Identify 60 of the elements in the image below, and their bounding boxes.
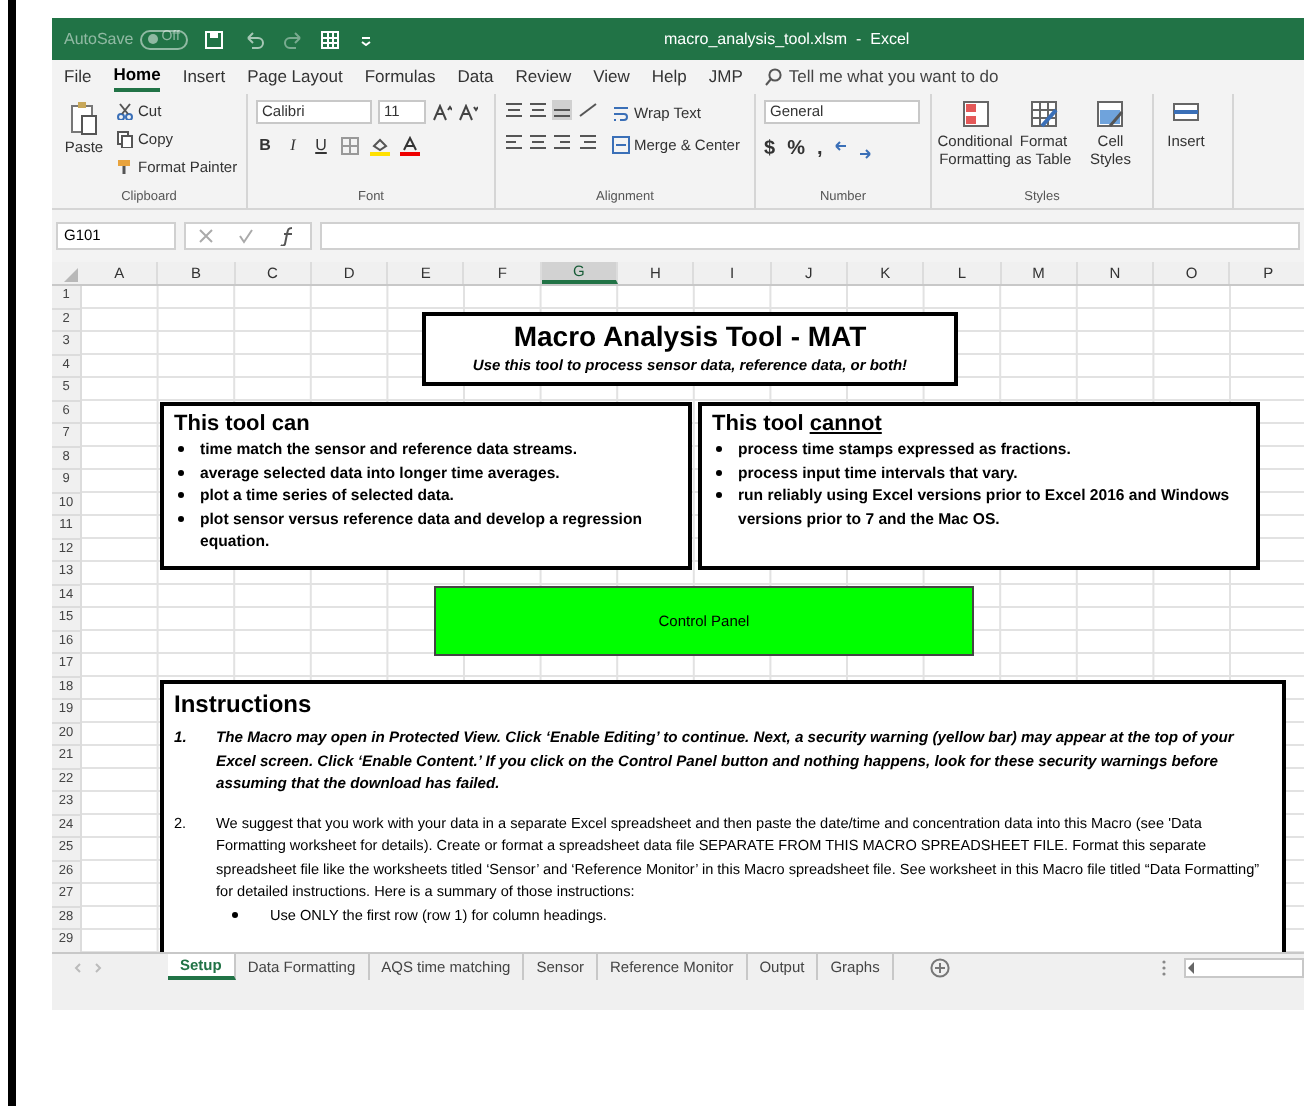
ribbon-tab[interactable]: Help (651, 62, 687, 92)
bullet-icon (178, 515, 184, 521)
table-icon[interactable] (319, 29, 340, 49)
scissors-icon (116, 102, 134, 120)
emphasis-word: cannot (809, 410, 882, 438)
fill-color-icon[interactable] (370, 136, 390, 156)
redo-icon[interactable] (283, 29, 304, 49)
insert-cells-icon (1172, 100, 1200, 124)
cell-styles-icon (1096, 100, 1125, 128)
bullet-icon (178, 469, 184, 475)
bullet-icon (716, 446, 722, 452)
ribbon-tab[interactable]: View (593, 62, 630, 92)
window-title: macro_analysis_tool.xlsm - Excel (664, 27, 910, 51)
shrink-font-icon[interactable] (458, 103, 478, 121)
save-icon (203, 29, 224, 49)
format-button[interactable]: I (284, 134, 302, 158)
ribbon-tab[interactable]: Page Layout (247, 62, 343, 92)
box-heading: This tool can (174, 410, 312, 438)
horizontal-scrollbar[interactable] (1184, 957, 1304, 977)
format-button[interactable]: U (312, 134, 330, 158)
ribbon-tab[interactable]: JMP (708, 62, 743, 92)
add-sheet-icon[interactable] (929, 957, 950, 977)
ribbon-tab[interactable]: Formulas (364, 62, 436, 92)
bullet-icon (178, 492, 184, 498)
number-format-button[interactable]: $ (764, 134, 776, 164)
instructions-heading: Instructions (174, 688, 314, 720)
merge-icon (612, 136, 630, 155)
bullet-icon (716, 469, 722, 475)
borders-icon[interactable] (340, 136, 360, 156)
customize-icon[interactable] (359, 33, 372, 45)
bullet-icon (232, 911, 238, 917)
ribbon-tab[interactable]: File (64, 62, 92, 92)
grow-font-icon[interactable] (432, 103, 452, 121)
autosave-label: AutoSave (64, 27, 134, 51)
ribbon-tab[interactable]: Data (457, 62, 494, 92)
cancel-icon[interactable] (198, 228, 214, 244)
ribbon-tab[interactable]: Review (515, 62, 572, 92)
conditional-formatting-icon (961, 100, 989, 128)
font-color-icon[interactable] (400, 136, 420, 156)
sheet-title: Macro Analysis Tool - MAT (513, 320, 867, 355)
ribbon-tab[interactable]: Insert (182, 62, 226, 92)
undo-icon[interactable] (243, 29, 264, 49)
bullet-icon (716, 492, 722, 498)
wrap-icon (612, 104, 630, 123)
bullet-icon (178, 446, 184, 452)
enter-icon[interactable] (238, 228, 254, 244)
number-format-button[interactable]: % (787, 134, 805, 164)
paintbrush-icon (116, 158, 134, 176)
scroll-options-icon[interactable] (1160, 957, 1168, 977)
format-table-icon (1029, 100, 1058, 128)
box-heading: This tool (712, 410, 804, 438)
tell-me-field[interactable]: Tell me what you want to do (788, 64, 999, 90)
number-format-button[interactable]: , (816, 134, 823, 164)
format-button[interactable]: B (256, 134, 274, 158)
search-icon (764, 68, 783, 86)
function-icon[interactable] (278, 226, 298, 246)
scroll-left-icon (1186, 959, 1198, 975)
clipboard-icon (70, 100, 98, 136)
formula-field[interactable] (320, 222, 1300, 250)
copy-icon (116, 130, 134, 148)
